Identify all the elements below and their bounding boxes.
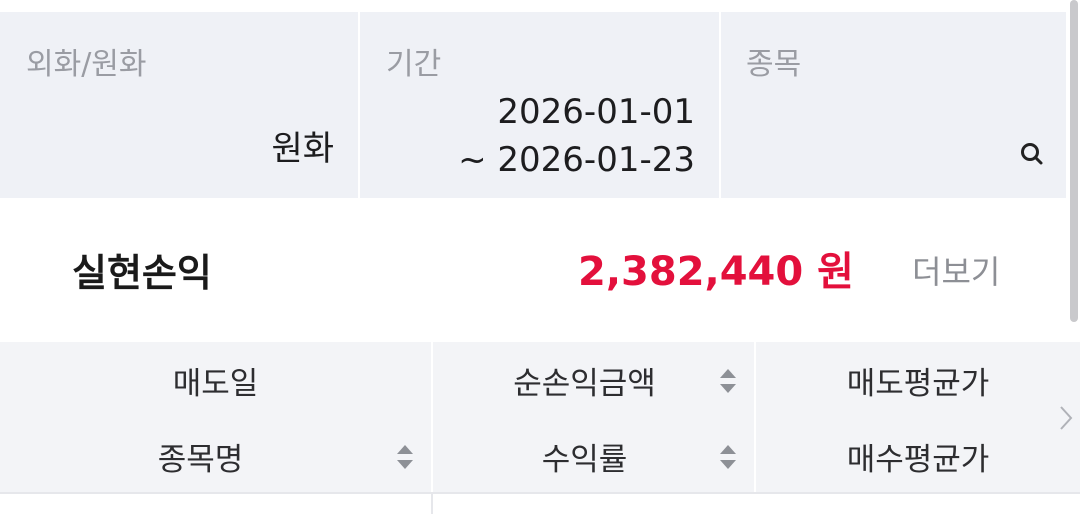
sort-updown-icon[interactable] [718,442,738,472]
sort-updown-icon[interactable] [718,366,738,396]
more-button[interactable]: 더보기 [912,256,1000,288]
column-divider [431,494,433,514]
column-sell-avg-price: 매도평균가 [754,342,1080,418]
table-header: 매도일 순손익금액 매도평균가 종목명 수익률 매수평균가 [0,340,1080,514]
chevron-right-icon[interactable] [1058,404,1074,432]
realized-pl-title: 실현손익 [72,251,212,295]
column-return-rate[interactable]: 수익률 [431,418,754,494]
currency-filter[interactable]: 외화/원화 원화 [0,12,358,198]
realized-pl-summary: 실현손익 2,382,440 원 더보기 [0,198,1066,340]
period-filter-label: 기간 [386,47,442,82]
column-sell-date-label: 매도일 [172,365,259,402]
scrollbar[interactable] [1070,0,1078,322]
period-filter[interactable]: 기간 2026-01-01 ~ 2026-01-23 [358,12,719,198]
stock-filter-label: 종목 [746,47,802,82]
period-range: 2026-01-01 ~ 2026-01-23 [458,88,695,184]
column-stock-name-label: 종목명 [157,441,244,478]
column-return-rate-label: 수익률 [541,441,628,478]
column-sell-date: 매도일 [0,342,431,418]
stock-filter[interactable]: 종목 [719,12,1066,198]
realized-pl-screen: 외화/원화 원화 기간 2026-01-01 ~ 2026-01-23 종목 실… [0,0,1080,514]
period-end: ~ 2026-01-23 [458,140,695,180]
column-net-profit[interactable]: 순손익금액 [431,342,754,418]
filter-bar: 외화/원화 원화 기간 2026-01-01 ~ 2026-01-23 종목 [0,12,1066,198]
currency-filter-label: 외화/원화 [26,47,147,82]
currency-filter-value: 원화 [271,129,334,169]
column-stock-name[interactable]: 종목명 [0,418,431,494]
column-buy-avg-price: 매수평균가 [754,418,1080,494]
search-icon[interactable] [1018,140,1046,168]
realized-pl-amount: 2,382,440 원 [578,249,854,295]
header-row-1: 매도일 순손익금액 매도평균가 [0,342,1080,418]
period-start: 2026-01-01 [497,92,695,132]
divider [0,492,1080,494]
header-row-2: 종목명 수익률 매수평균가 [0,418,1080,494]
sort-updown-icon[interactable] [395,442,415,472]
column-net-profit-label: 순손익금액 [513,365,656,402]
column-buy-avg-price-label: 매수평균가 [846,441,990,478]
column-sell-avg-price-label: 매도평균가 [846,365,990,402]
